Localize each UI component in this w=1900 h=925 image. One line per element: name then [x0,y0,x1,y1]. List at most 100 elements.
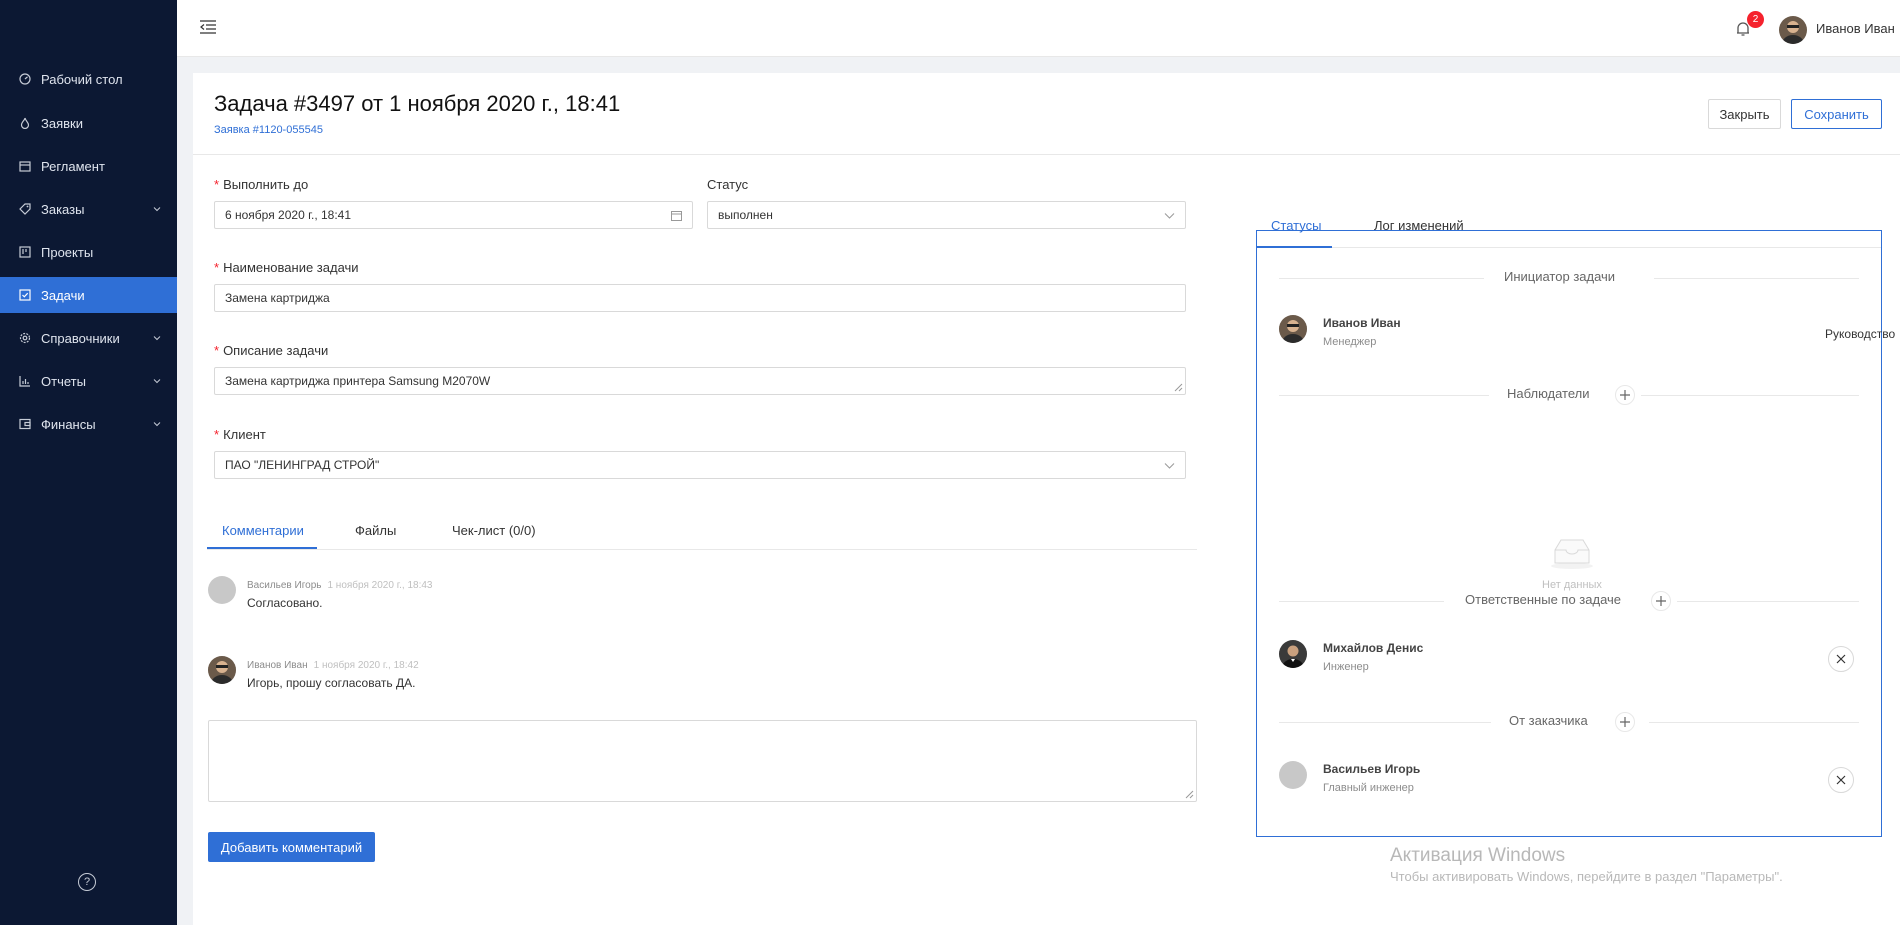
observers-title: Наблюдатели [1507,386,1590,401]
avatar [1279,640,1307,668]
sidebar: Рабочий стол Заявки Регламент Заказы Про… [0,0,177,925]
person-name: Васильев Игорь [1323,762,1421,776]
task-name-value: Замена картриджа [225,291,330,305]
avatar [1279,761,1307,789]
dashboard-icon [19,73,31,85]
customer-divider: От заказчика [1279,712,1859,732]
comments-tabs: Комментарии Файлы Чек-лист (0/0) [207,513,1197,550]
windows-activation-title: Активация Windows [1390,845,1566,866]
comment-time: 1 ноября 2020 г., 18:42 [313,660,419,671]
sidebar-item-label: Заявки [41,115,83,131]
tab-active-indicator [207,547,317,549]
comment-author-name: Васильев Игорь [247,580,322,591]
user-avatar[interactable] [1779,16,1807,44]
observers-divider: Наблюдатели [1279,385,1859,405]
empty-inbox-icon [1551,539,1593,569]
deadline-value: 6 ноября 2020 г., 18:41 [225,208,352,222]
avatar [208,576,236,604]
menu-fold-icon[interactable] [199,19,217,35]
sidebar-item-label: Проекты [41,244,94,260]
divider-line [1279,601,1444,602]
calendar-icon [671,211,682,221]
tab-comments[interactable]: Комментарии [222,523,304,538]
comment-time: 1 ноября 2020 г., 18:43 [327,580,433,591]
user-name[interactable]: Иванов Иван [1816,21,1895,36]
task-name-input[interactable]: Замена картриджа [214,284,1186,312]
tab-checklist[interactable]: Чек-лист (0/0) [452,523,536,538]
customer-title: От заказчика [1509,713,1588,728]
divider-line [1641,395,1859,396]
sidebar-item-references[interactable]: Справочники [0,320,177,356]
wallet-icon [19,418,31,430]
deadline-picker[interactable]: 6 ноября 2020 г., 18:41 [214,201,693,229]
responsible-title: Ответственные по задаче [1465,592,1622,607]
person-name: Михайлов Денис [1323,641,1424,655]
divider-line [1649,722,1859,723]
comment-author: Васильев Игорь 1 ноября 2020 г., 18:43 [247,580,433,591]
chevron-down-icon [1164,463,1175,469]
add-observer-icon[interactable] [1615,385,1635,405]
person-name: Иванов Иван [1323,316,1401,330]
status-select[interactable]: выполнен [707,201,1186,229]
save-button[interactable]: Сохранить [1791,99,1882,129]
person-role: Главный инженер [1323,782,1414,794]
initiator-title: Инициатор задачи [1504,269,1616,284]
calendar-icon [19,160,31,172]
person-role: Инженер [1323,661,1369,673]
required-mark: * [214,177,220,192]
sidebar-item-label: Задачи [41,287,85,303]
comment-author-name: Иванов Иван [247,660,308,671]
sidebar-item-label: Отчеты [41,373,86,389]
divider-line [1279,722,1491,723]
tag-icon [19,203,31,215]
sidebar-item-tasks[interactable]: Задачи [0,277,177,313]
required-mark: * [214,260,220,275]
close-button[interactable]: Закрыть [1708,99,1781,129]
sidebar-item-orders[interactable]: Заказы [0,191,177,227]
sidebar-item-dashboard[interactable]: Рабочий стол [0,61,177,97]
person-department: Руководство [1825,327,1896,341]
task-name-label: * Наименование задачи [214,260,359,275]
description-textarea[interactable]: Замена картриджа принтера Samsung M2070W [214,367,1186,395]
add-comment-button[interactable]: Добавить комментарий [208,832,375,862]
project-icon [19,246,31,258]
sidebar-item-label: Финансы [41,416,96,432]
add-responsible-icon[interactable] [1651,591,1671,611]
add-customer-contact-icon[interactable] [1615,712,1635,732]
participants-panel: Инициатор задачи Иванов Иван Менеджер Ру… [1256,230,1895,837]
remove-customer-contact-button[interactable] [1828,767,1854,793]
sidebar-item-reglament[interactable]: Регламент [0,148,177,184]
task-name-label-text: Наименование задачи [223,260,359,275]
status-label: Статус [707,177,749,192]
sidebar-item-label: Справочники [41,330,120,346]
required-mark: * [214,343,220,358]
help-icon[interactable]: ? [78,873,96,891]
sidebar-item-requests[interactable]: Заявки [0,105,177,141]
client-select[interactable]: ПАО "ЛЕНИНГРАД СТРОЙ" [214,451,1186,479]
new-comment-textarea[interactable] [208,720,1197,802]
client-value: ПАО "ЛЕНИНГРАД СТРОЙ" [225,458,380,472]
check-square-icon [19,289,31,301]
sidebar-item-finance[interactable]: Финансы [0,406,177,442]
remove-responsible-button[interactable] [1828,646,1854,672]
request-link[interactable]: Заявка #1120-055545 [214,124,323,136]
chevron-down-icon [153,379,161,384]
deadline-label-text: Выполнить до [223,177,309,192]
sidebar-item-label: Заказы [41,201,85,217]
sidebar-item-label: Регламент [41,158,105,174]
comment-text: Согласовано. [247,596,323,610]
sidebar-item-reports[interactable]: Отчеты [0,363,177,399]
top-header: 2 Иванов Иван [177,0,1900,57]
sidebar-item-projects[interactable]: Проекты [0,234,177,270]
divider-line [1279,278,1484,279]
divider-line [1279,395,1489,396]
tab-files[interactable]: Файлы [355,523,396,538]
page-header: Задача #3497 от 1 ноября 2020 г., 18:41 … [193,73,1900,155]
deadline-label: * Выполнить до [214,177,308,192]
person-role: Менеджер [1323,336,1377,348]
windows-activation-text: Чтобы активировать Windows, перейдите в … [1390,869,1783,884]
description-value: Замена картриджа принтера Samsung M2070W [225,374,491,388]
resize-handle-icon[interactable] [1171,380,1183,392]
resize-handle-icon[interactable] [1182,787,1194,799]
chevron-down-icon [153,207,161,212]
